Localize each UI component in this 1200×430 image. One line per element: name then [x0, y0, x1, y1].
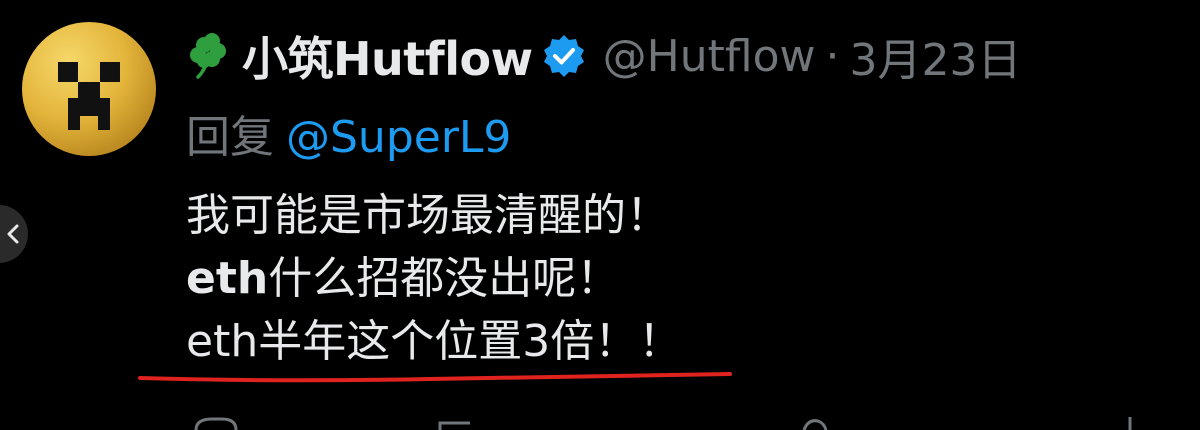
- tweet-line-2: eth什么招都没出呢！: [186, 247, 682, 310]
- reply-context: 回复 @SuperL9: [186, 108, 511, 168]
- four-leaf-clover-icon: [190, 33, 226, 79]
- tweet-line-1: 我可能是市场最清醒的！: [186, 190, 670, 241]
- tweet-line-2-rest: 什么招都没出呢！: [268, 253, 621, 304]
- verified-badge-icon[interactable]: [541, 33, 587, 79]
- separator-dot: ·: [825, 30, 840, 82]
- red-annotation-underline: [138, 372, 732, 383]
- reply-icon: [194, 417, 238, 430]
- back-button[interactable]: [0, 205, 28, 263]
- retweet-icon: [438, 421, 470, 430]
- user-handle[interactable]: @Hutflow: [603, 31, 816, 82]
- chevron-left-icon: [7, 224, 19, 244]
- action-bar-partial: [194, 417, 1132, 430]
- tweet-header: 小筑Hutflow @Hutflow · 3月23日: [186, 26, 1021, 86]
- reply-label: 回复: [186, 112, 274, 163]
- tweet-date[interactable]: 3月23日: [849, 24, 1021, 88]
- creeper-face-icon: [58, 62, 120, 130]
- like-icon: [802, 419, 828, 430]
- avatar[interactable]: [22, 22, 156, 156]
- display-name[interactable]: 小筑Hutflow: [242, 23, 533, 89]
- reply-target-link[interactable]: @SuperL9: [286, 112, 511, 163]
- tweet-text: 我可能是市场最清醒的！ eth什么招都没出呢！ eth半年这个位置3倍！！: [186, 184, 682, 373]
- tweet-line-2-bold: eth: [186, 253, 269, 304]
